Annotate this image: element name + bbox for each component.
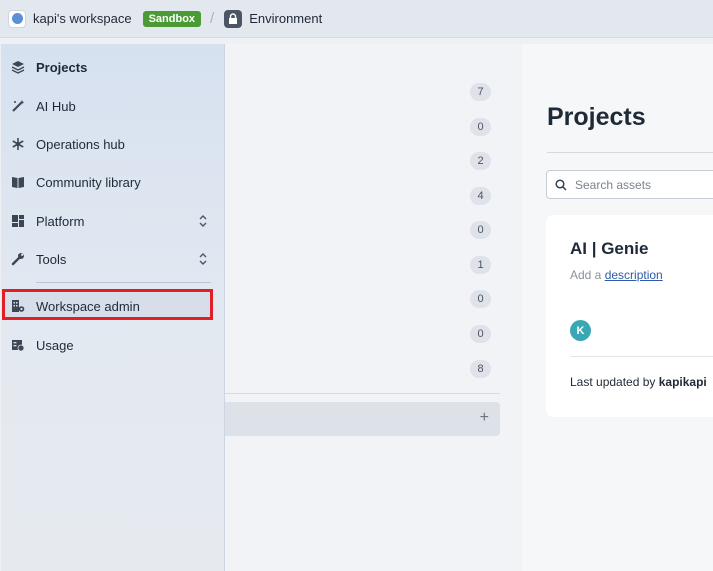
count-badge: 0 bbox=[470, 325, 491, 343]
search-box[interactable] bbox=[546, 170, 713, 199]
building-gear-icon bbox=[10, 298, 26, 314]
count-badge: 8 bbox=[470, 360, 491, 378]
avatar: K bbox=[570, 320, 591, 341]
project-card[interactable]: AI | Genie Add a description K Last upda… bbox=[546, 215, 713, 417]
workspace-name[interactable]: kapi's workspace bbox=[33, 11, 132, 26]
page-title: Projects bbox=[547, 103, 646, 131]
menu-item-ai-hub[interactable]: AI Hub bbox=[1, 88, 225, 124]
breadcrumb-separator: / bbox=[210, 10, 215, 27]
menu-item-tools[interactable]: Tools bbox=[1, 241, 225, 277]
project-card-description: Add a description bbox=[570, 268, 663, 282]
menu-item-label: Projects bbox=[36, 59, 88, 75]
title-divider bbox=[547, 152, 713, 153]
card-divider bbox=[570, 356, 713, 357]
count-badge: 4 bbox=[470, 187, 491, 205]
menu-item-label: Operations hub bbox=[36, 136, 125, 152]
add-bar[interactable]: + bbox=[225, 402, 500, 436]
count-badge: 0 bbox=[470, 118, 491, 136]
menu-item-workspace-admin[interactable]: Workspace admin bbox=[1, 288, 225, 324]
top-bar: kapi's workspace Sandbox / Environment bbox=[0, 0, 713, 38]
menu-item-label: Community library bbox=[36, 174, 141, 190]
count-badge: 1 bbox=[470, 256, 491, 274]
nav-menu: Projects AI Hub Operations hub Community… bbox=[1, 44, 225, 571]
usage-icon bbox=[10, 337, 26, 353]
last-updated: Last updated by kapikapi bbox=[570, 375, 707, 389]
chevron-up-down-icon[interactable] bbox=[197, 252, 209, 266]
count-badge: 0 bbox=[470, 290, 491, 308]
environment-label[interactable]: Environment bbox=[249, 11, 322, 26]
add-description-link[interactable]: description bbox=[605, 268, 663, 282]
last-updated-user: kapikapi bbox=[658, 375, 707, 389]
search-input[interactable] bbox=[575, 177, 713, 192]
lock-icon bbox=[224, 9, 243, 28]
chevron-up-down-icon[interactable] bbox=[197, 214, 209, 228]
snowflake-icon bbox=[10, 136, 26, 152]
magic-wand-icon bbox=[10, 98, 26, 114]
layers-icon bbox=[10, 59, 26, 75]
menu-item-community-library[interactable]: Community library bbox=[1, 164, 225, 200]
project-card-title[interactable]: AI | Genie bbox=[570, 239, 648, 259]
menu-item-label: Platform bbox=[36, 213, 85, 229]
count-badge: 7 bbox=[470, 83, 491, 101]
menu-item-operations-hub[interactable]: Operations hub bbox=[1, 126, 225, 162]
menu-divider bbox=[36, 282, 211, 283]
search-icon bbox=[555, 178, 567, 191]
menu-item-platform[interactable]: Platform bbox=[1, 203, 225, 239]
menu-item-usage[interactable]: Usage bbox=[1, 327, 225, 363]
menu-item-projects[interactable]: Projects bbox=[1, 49, 225, 85]
grid-icon bbox=[10, 213, 26, 229]
description-prefix: Add a bbox=[570, 268, 605, 282]
menu-item-label: Usage bbox=[36, 337, 74, 353]
plus-icon[interactable]: + bbox=[480, 409, 489, 427]
sandbox-badge: Sandbox bbox=[142, 10, 202, 27]
last-updated-prefix: Last updated by bbox=[570, 375, 659, 389]
wrench-icon bbox=[10, 251, 26, 267]
book-icon bbox=[10, 174, 26, 190]
menu-item-label: Workspace admin bbox=[36, 298, 140, 314]
divider bbox=[225, 393, 500, 394]
menu-item-label: Tools bbox=[36, 251, 67, 267]
workspace-logo-icon[interactable] bbox=[8, 9, 26, 28]
count-badge: 2 bbox=[470, 152, 491, 170]
menu-item-label: AI Hub bbox=[36, 98, 76, 114]
count-badge: 0 bbox=[470, 221, 491, 239]
